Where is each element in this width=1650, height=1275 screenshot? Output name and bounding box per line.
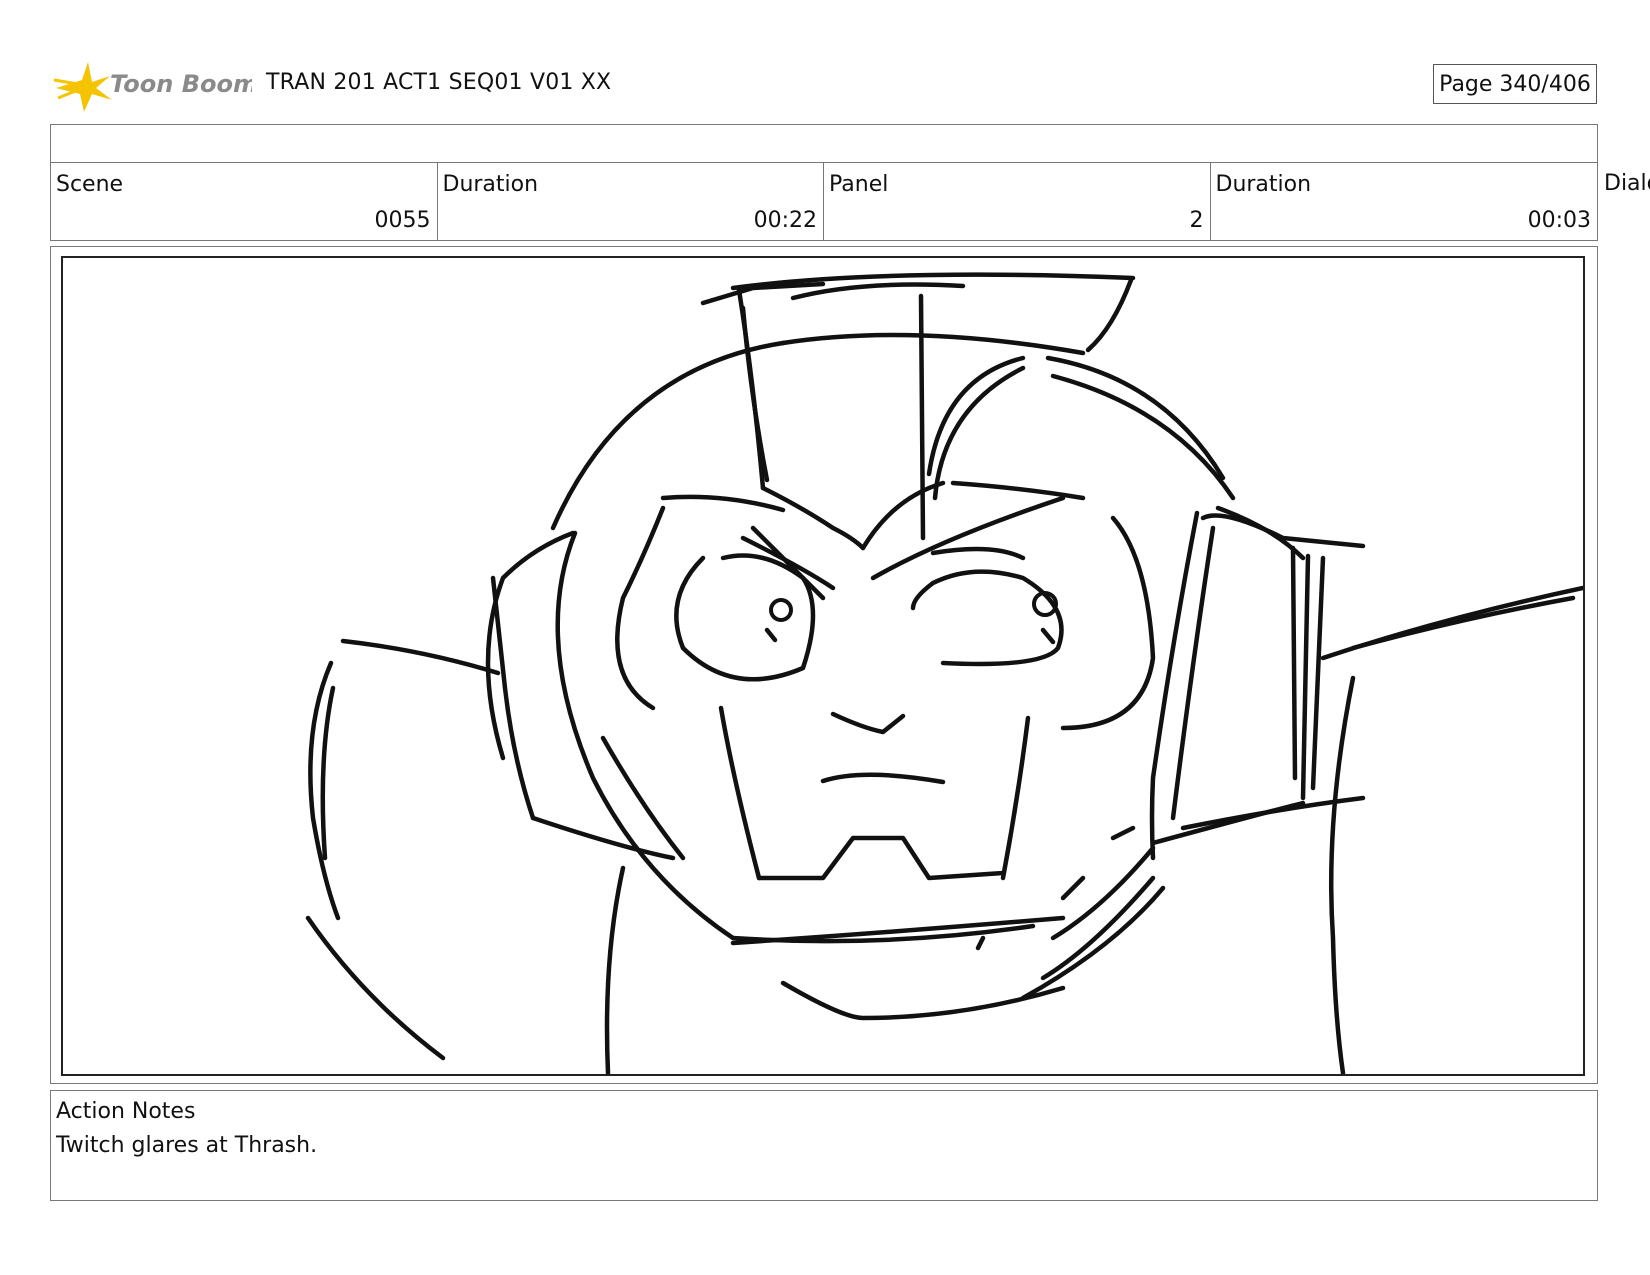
toon-boom-star-icon [53,62,112,112]
logo-text: Toon Boom [110,70,252,98]
panel-duration-value: 00:03 [1527,208,1591,233]
panel-duration-label: Duration [1215,172,1312,197]
page-number: Page 340/406 [1433,64,1597,104]
character-sketch [305,272,1583,1074]
action-notes-box: Action Notes Twitch glares at Thrash. [50,1090,1598,1201]
action-notes-label: Action Notes [56,1099,196,1124]
action-notes-text: Twitch glares at Thrash. [56,1133,318,1158]
document-title: TRAN 201 ACT1 SEQ01 V01 XX [266,70,612,95]
scene-cell: Scene 0055 [51,163,438,240]
scene-label: Scene [56,172,124,197]
panel-duration-cell: Duration 00:03 [1211,163,1598,240]
dialogue-label: Dialo [1604,171,1650,196]
panel-label: Panel [829,172,889,197]
scene-duration-label: Duration [442,172,539,197]
scene-duration-value: 00:22 [753,208,817,233]
storyboard-panel [61,256,1585,1076]
scene-duration-cell: Duration 00:22 [438,163,824,240]
info-row: Scene 0055 Duration 00:22 Panel 2 Durati… [50,162,1598,241]
scene-value: 0055 [374,208,431,233]
panel-value: 2 [1189,208,1204,233]
panel-cell: Panel 2 [824,163,1211,240]
header-blank-row [50,124,1598,163]
toon-boom-logo: Toon Boom [52,58,252,114]
